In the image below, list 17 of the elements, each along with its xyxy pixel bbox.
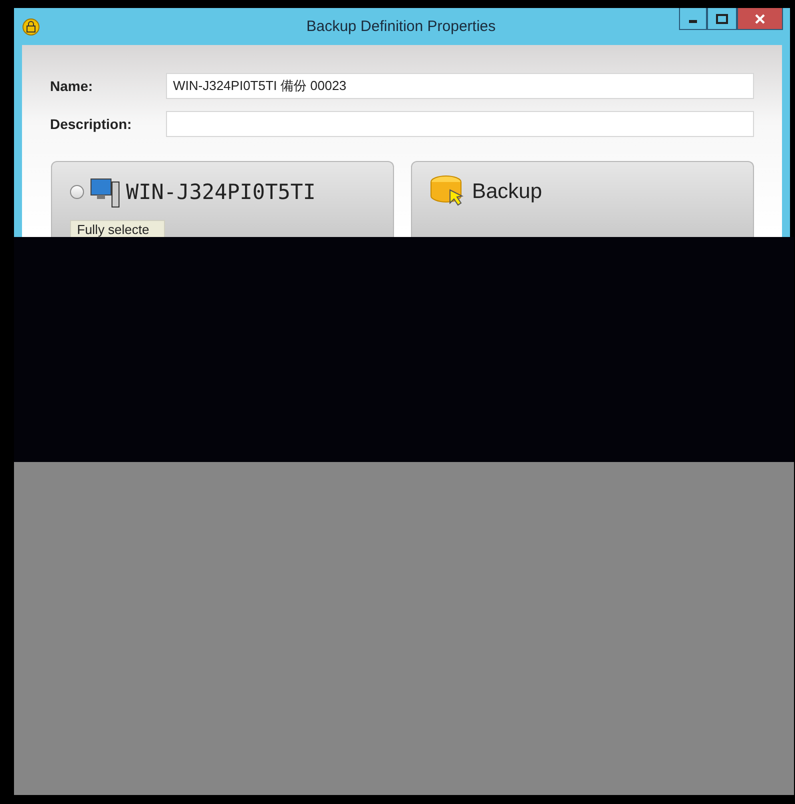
panel-title: WIN-J324PI0T5TI [126,180,316,204]
field-label: Description: [50,116,133,132]
field-label: Name: [50,78,94,94]
minimize-icon [689,20,697,23]
radio-button[interactable] [70,185,84,199]
lock-icon [22,18,40,36]
maximize-icon [716,14,728,24]
window-title: Backup Definition Properties [305,18,497,35]
text-field[interactable] [166,111,754,137]
computer-icon [90,176,120,208]
panel-title: Backup [472,180,542,204]
text-field[interactable]: WIN-J324PI0T5TI 備份 00023 [166,73,754,99]
selection-status: Fully selecte [70,220,165,237]
maximize-button[interactable] [707,8,737,30]
close-button[interactable] [737,8,783,30]
minimize-button[interactable] [679,8,707,30]
close-icon [755,14,765,24]
